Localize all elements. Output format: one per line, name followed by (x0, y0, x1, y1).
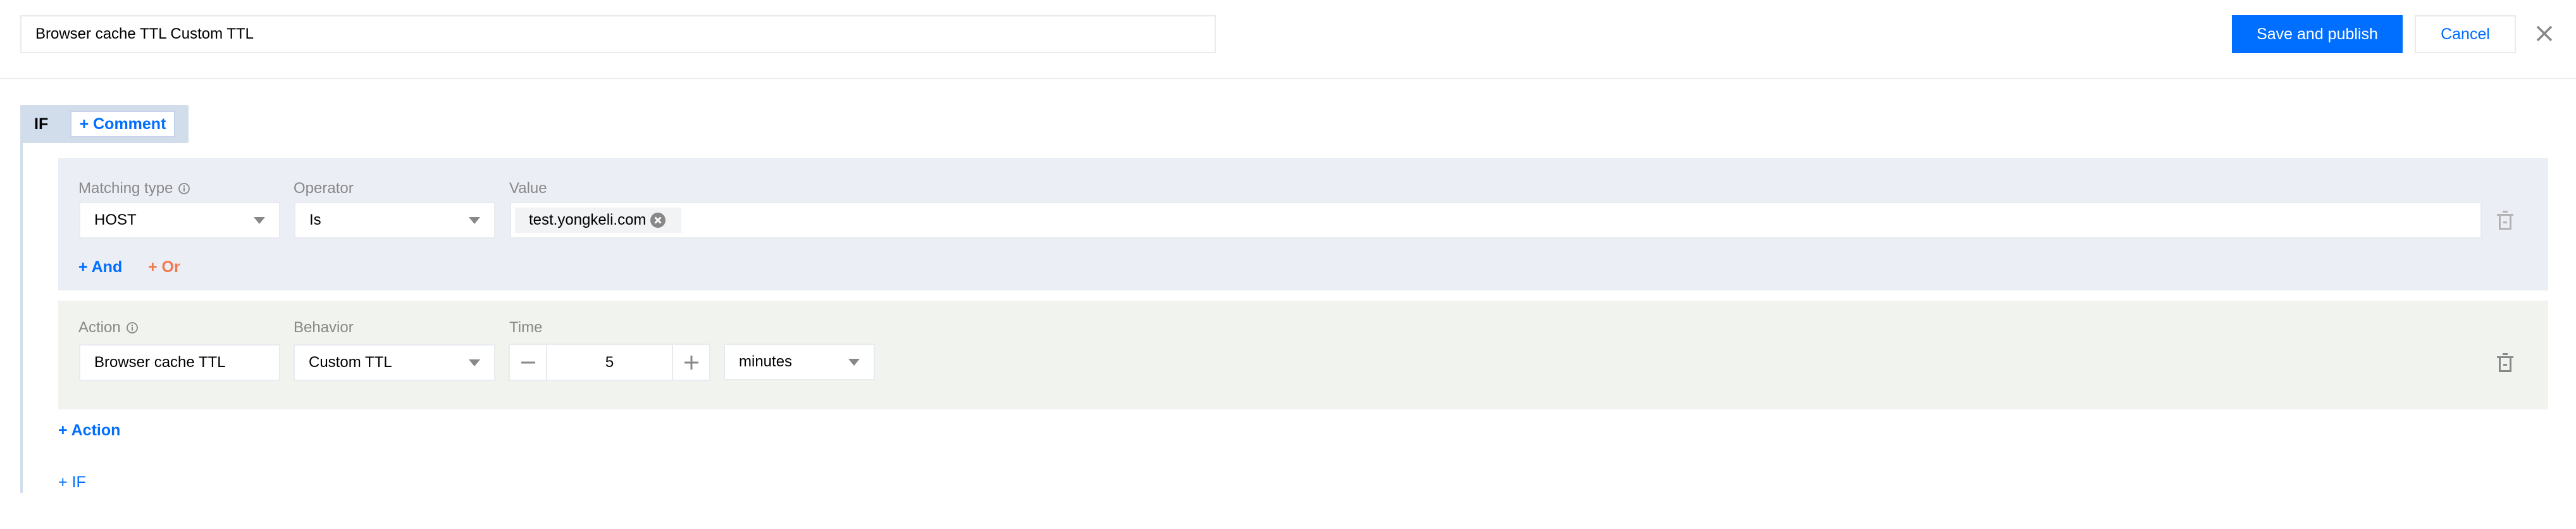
delete-condition-icon[interactable] (2496, 209, 2515, 231)
chevron-down-icon (469, 359, 480, 366)
save-and-publish-button[interactable]: Save and publish (2232, 15, 2403, 53)
close-icon[interactable] (2536, 25, 2553, 42)
value-label: Value (509, 180, 547, 197)
plus-icon (684, 355, 698, 370)
minus-icon (521, 361, 535, 363)
matching-type-value: HOST (94, 211, 137, 228)
time-stepper: 5 (509, 344, 710, 381)
action-label-text: Action (78, 319, 121, 336)
decrement-button[interactable] (510, 345, 547, 380)
add-or-condition-link[interactable]: + Or (148, 258, 180, 277)
time-value-input[interactable]: 5 (547, 345, 672, 380)
value-input[interactable] (510, 202, 2482, 239)
chevron-down-icon (469, 216, 480, 224)
time-unit-value: minutes (739, 353, 793, 370)
matching-type-label: Matching type (78, 179, 190, 198)
if-block-rule (20, 143, 23, 493)
matching-type-label-text: Matching type (78, 180, 173, 197)
header-divider (0, 78, 2576, 79)
action-label: Action (78, 318, 139, 337)
operator-select[interactable]: Is (294, 202, 495, 239)
time-unit-select[interactable]: minutes (724, 344, 875, 380)
add-and-condition-link[interactable]: + And (78, 258, 122, 277)
delete-action-icon[interactable] (2496, 352, 2515, 373)
behavior-value: Custom TTL (309, 354, 392, 371)
behavior-label: Behavior (294, 319, 354, 336)
info-icon[interactable] (126, 321, 139, 334)
add-action-link[interactable]: + Action (58, 421, 120, 440)
value-tag-text: test.yongkeli.com (529, 211, 647, 228)
add-comment-button[interactable]: + Comment (70, 111, 175, 137)
rule-name-input[interactable] (20, 15, 1216, 53)
chevron-down-icon (254, 216, 265, 224)
matching-type-select[interactable]: HOST (79, 202, 280, 239)
action-value: Browser cache TTL (94, 354, 226, 371)
value-tag: test.yongkeli.com (515, 208, 681, 233)
add-if-link[interactable]: + IF (58, 473, 86, 492)
if-label: IF (34, 115, 49, 133)
time-label: Time (509, 319, 543, 336)
operator-value: Is (309, 211, 321, 228)
info-icon[interactable] (178, 182, 190, 195)
cancel-button[interactable]: Cancel (2415, 15, 2516, 53)
operator-label: Operator (294, 180, 354, 197)
remove-tag-icon[interactable] (650, 212, 666, 228)
chevron-down-icon (848, 358, 860, 366)
action-field[interactable]: Browser cache TTL (79, 344, 280, 381)
increment-button[interactable] (672, 345, 709, 380)
behavior-select[interactable]: Custom TTL (294, 344, 495, 381)
